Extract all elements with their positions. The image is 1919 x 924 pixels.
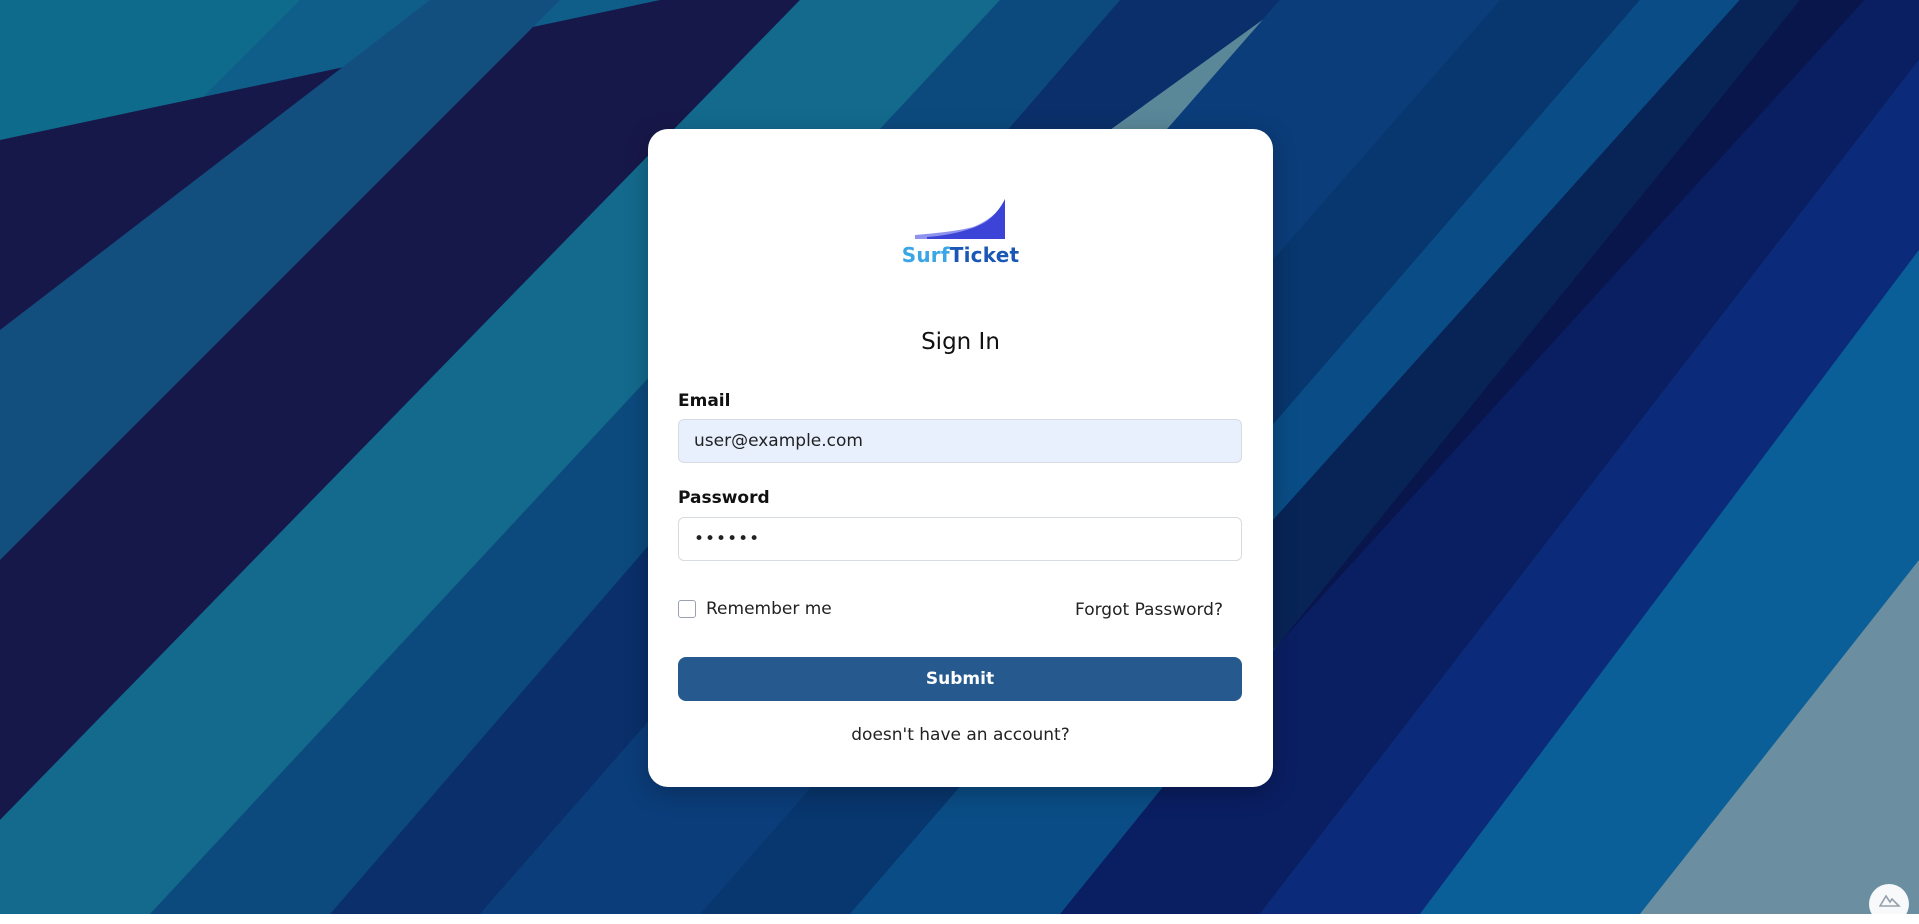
page-title: Sign In xyxy=(921,329,1000,355)
sign-in-card: SurfTicket Sign In Email user@example.co… xyxy=(648,129,1273,787)
submit-button[interactable]: Submit xyxy=(678,657,1242,701)
password-label: Password xyxy=(678,488,770,508)
password-field[interactable]: •••••• xyxy=(678,517,1242,561)
email-field[interactable]: user@example.com xyxy=(678,419,1242,463)
signup-link[interactable]: doesn't have an account? xyxy=(648,725,1273,745)
brand-name: SurfTicket xyxy=(648,243,1273,267)
remember-checkbox[interactable] xyxy=(678,600,696,618)
nuxt-icon xyxy=(1879,894,1901,907)
remember-label[interactable]: Remember me xyxy=(706,599,832,619)
remember-me: Remember me xyxy=(678,599,832,619)
email-label: Email xyxy=(678,391,731,411)
nuxt-devtools-button[interactable] xyxy=(1869,884,1909,924)
brand-name-part1: Surf xyxy=(901,243,950,267)
brand-name-part2: Ticket xyxy=(949,243,1020,267)
wave-logo-icon xyxy=(914,199,1005,239)
forgot-password-link[interactable]: Forgot Password? xyxy=(1075,600,1223,620)
logo: SurfTicket xyxy=(648,197,1273,267)
